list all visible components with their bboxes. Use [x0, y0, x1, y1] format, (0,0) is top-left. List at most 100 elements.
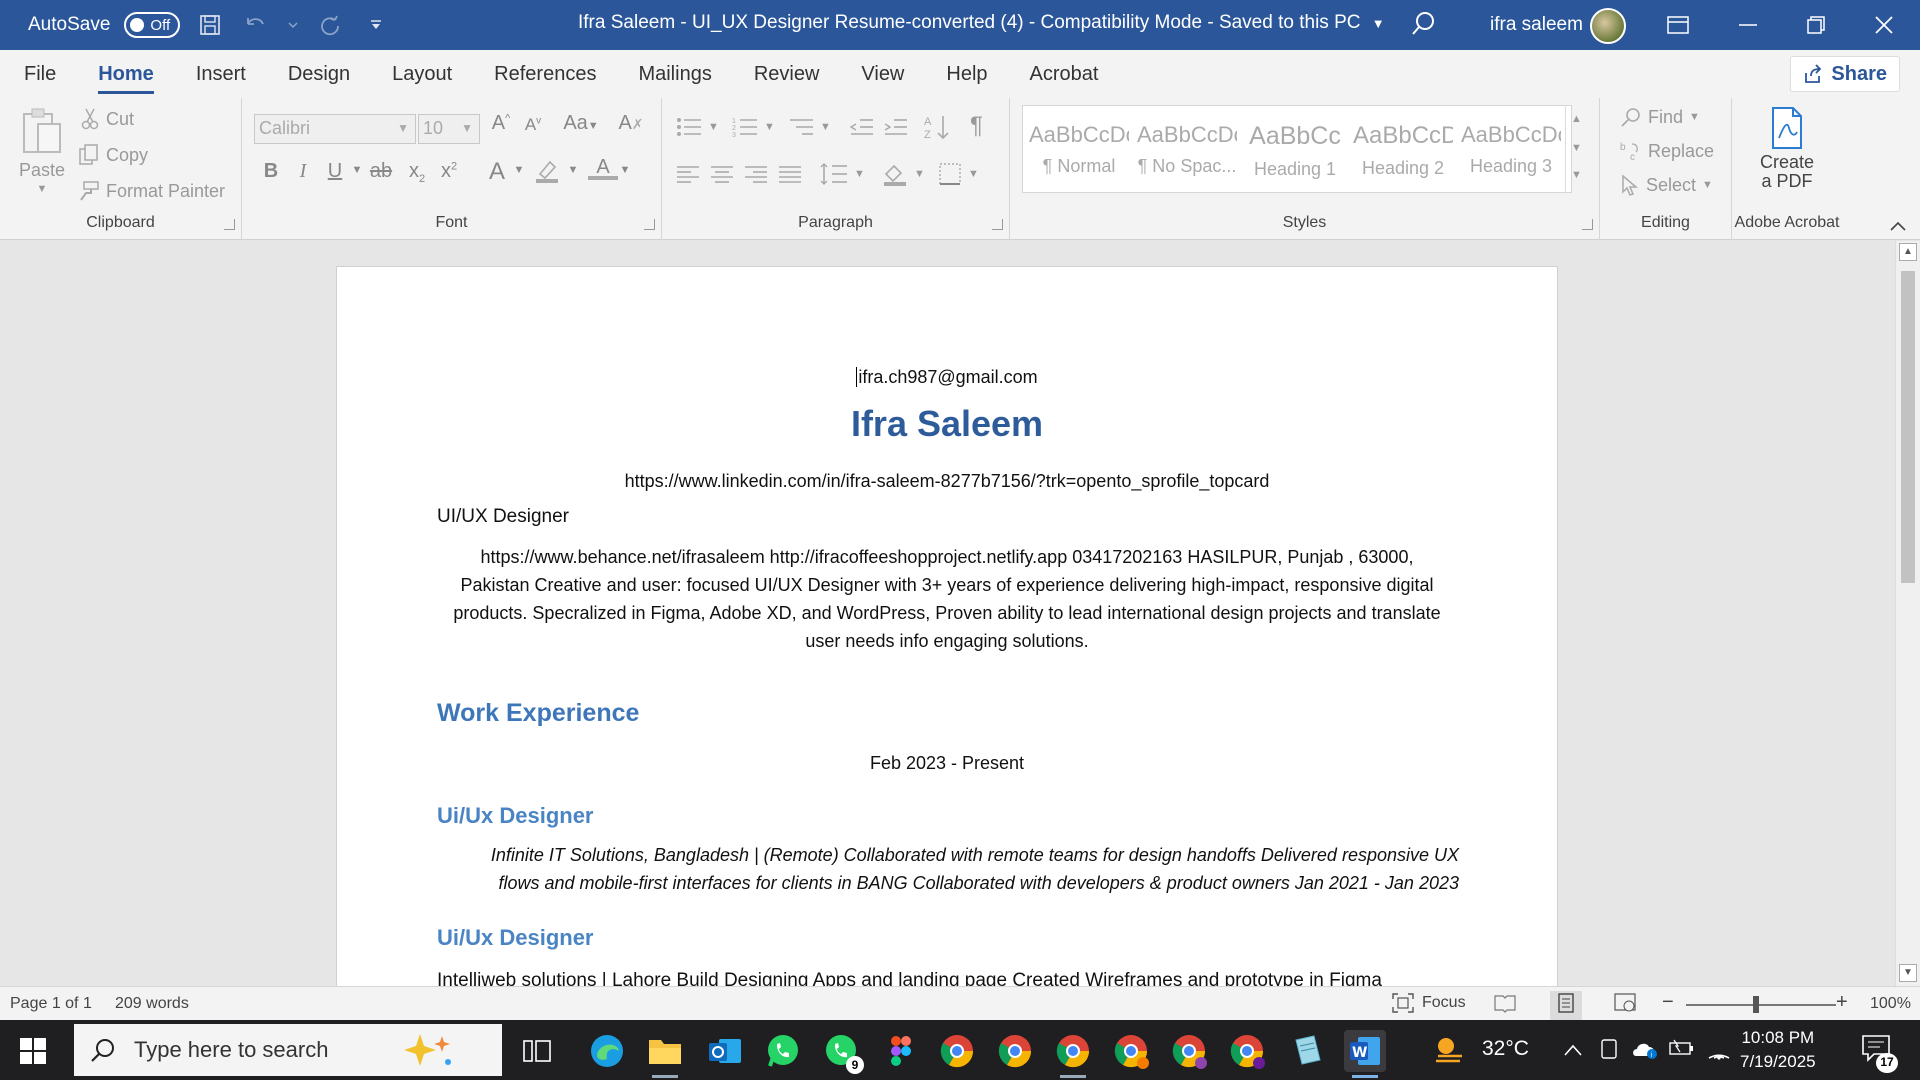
- font-launcher-icon[interactable]: [644, 219, 655, 230]
- style-heading-2[interactable]: AaBbCcD Heading 2: [1353, 112, 1453, 188]
- copy-button[interactable]: Copy: [78, 144, 148, 166]
- subscript-icon[interactable]: x2: [402, 160, 432, 185]
- chrome-profile-6-icon[interactable]: [1226, 1030, 1268, 1072]
- align-center-icon[interactable]: [710, 164, 734, 184]
- bold-icon[interactable]: B: [256, 160, 286, 183]
- scroll-up-icon[interactable]: ▲: [1899, 243, 1917, 261]
- onedrive-icon[interactable]: i: [1632, 1038, 1658, 1065]
- shading-icon[interactable]: ▼: [882, 162, 925, 186]
- print-layout-icon[interactable]: [1550, 991, 1582, 1020]
- create-pdf-button[interactable]: Create a PDF: [1742, 106, 1832, 192]
- title-dropdown-icon[interactable]: ▼: [1372, 16, 1385, 31]
- decrease-indent-icon[interactable]: [850, 116, 874, 138]
- format-painter-button[interactable]: Format Painter: [78, 180, 225, 202]
- wifi-icon[interactable]: [1706, 1038, 1732, 1065]
- chrome-profile-1-icon[interactable]: [936, 1030, 978, 1072]
- cut-button[interactable]: Cut: [80, 108, 134, 130]
- paste-button[interactable]: Paste ▼: [18, 106, 66, 195]
- notepad-icon[interactable]: [1286, 1030, 1328, 1072]
- tab-help[interactable]: Help: [946, 55, 987, 94]
- whatsapp-icon[interactable]: [762, 1030, 804, 1072]
- save-icon[interactable]: [194, 9, 226, 41]
- scroll-down-icon[interactable]: ▼: [1899, 964, 1917, 982]
- battery-icon[interactable]: [1668, 1038, 1694, 1063]
- align-left-icon[interactable]: [676, 164, 700, 184]
- paste-dropdown-icon[interactable]: ▼: [37, 183, 48, 195]
- show-hidden-icons[interactable]: [1564, 1040, 1582, 1061]
- styles-scroll-up-icon[interactable]: ▲: [1566, 105, 1587, 134]
- scroll-thumb[interactable]: [1901, 271, 1915, 583]
- tab-file[interactable]: File: [24, 55, 56, 94]
- sort-icon[interactable]: AZ: [924, 114, 950, 140]
- vertical-scrollbar[interactable]: ▲ ▼: [1895, 241, 1920, 986]
- ribbon-display-icon[interactable]: [1648, 0, 1708, 50]
- user-name[interactable]: ifra saleem: [1490, 14, 1583, 36]
- shrink-font-icon[interactable]: Av: [518, 115, 548, 135]
- zoom-out-icon[interactable]: −: [1662, 991, 1674, 1014]
- close-icon[interactable]: [1854, 0, 1914, 50]
- zoom-level[interactable]: 100%: [1870, 995, 1911, 1013]
- zoom-slider-thumb[interactable]: [1753, 996, 1759, 1013]
- tab-insert[interactable]: Insert: [196, 55, 246, 94]
- line-spacing-icon[interactable]: ▼: [820, 162, 865, 186]
- select-dropdown-icon[interactable]: ▼: [1702, 179, 1713, 191]
- autosave-toggle[interactable]: Off: [124, 12, 181, 38]
- share-button[interactable]: Share: [1790, 56, 1900, 92]
- strikethrough-icon[interactable]: ab: [366, 160, 396, 183]
- minimize-icon[interactable]: [1718, 0, 1778, 50]
- task-view-icon[interactable]: [516, 1030, 558, 1072]
- chrome-profile-4-icon[interactable]: [1110, 1030, 1152, 1072]
- notification-center-icon[interactable]: 17: [1860, 1032, 1898, 1073]
- select-button[interactable]: Select ▼: [1620, 174, 1713, 196]
- font-size-field[interactable]: 10 ▼: [418, 114, 480, 144]
- edge-icon[interactable]: [586, 1030, 628, 1072]
- style-no-spacing[interactable]: AaBbCcDc ¶ No Spac...: [1137, 112, 1237, 188]
- justify-icon[interactable]: [778, 164, 802, 184]
- find-dropdown-icon[interactable]: ▼: [1689, 111, 1700, 123]
- font-name-field[interactable]: Calibri ▼: [254, 114, 416, 144]
- italic-icon[interactable]: I: [288, 160, 318, 183]
- undo-icon[interactable]: [240, 9, 272, 41]
- windows-start-icon[interactable]: [20, 1038, 46, 1069]
- styles-launcher-icon[interactable]: [1582, 219, 1593, 230]
- avatar[interactable]: [1590, 8, 1626, 44]
- style-heading-3[interactable]: AaBbCcDc Heading 3: [1461, 112, 1561, 188]
- temperature[interactable]: 32°C: [1482, 1037, 1529, 1061]
- tab-mailings[interactable]: Mailings: [638, 55, 711, 94]
- change-case-icon[interactable]: Aa▼: [558, 112, 604, 135]
- tab-acrobat[interactable]: Acrobat: [1030, 55, 1099, 94]
- tab-references[interactable]: References: [494, 55, 596, 94]
- chrome-profile-2-icon[interactable]: [994, 1030, 1036, 1072]
- font-size-dropdown-icon[interactable]: ▼: [461, 121, 473, 135]
- outlook-icon[interactable]: [704, 1030, 746, 1072]
- tab-review[interactable]: Review: [754, 55, 820, 94]
- styles-scroll-down-icon[interactable]: ▼: [1566, 134, 1587, 163]
- text-effects-dropdown-icon[interactable]: ▼: [504, 164, 534, 176]
- word-icon[interactable]: W: [1344, 1030, 1386, 1078]
- multilevel-list-icon[interactable]: ▼: [788, 116, 831, 138]
- highlight-dropdown-icon[interactable]: ▼: [558, 164, 588, 176]
- font-color-dropdown-icon[interactable]: ▼: [610, 164, 640, 176]
- document-title[interactable]: Ifra Saleem - UI_UX Designer Resume-conv…: [578, 12, 1385, 34]
- file-explorer-icon[interactable]: [644, 1030, 686, 1078]
- figma-icon[interactable]: [880, 1030, 922, 1072]
- tab-view[interactable]: View: [861, 55, 904, 94]
- replace-button[interactable]: bc Replace: [1620, 140, 1714, 163]
- grow-font-icon[interactable]: A^: [486, 112, 516, 135]
- customize-toolbar-icon[interactable]: [360, 9, 392, 41]
- page-count[interactable]: Page 1 of 1: [10, 995, 92, 1013]
- increase-indent-icon[interactable]: [884, 116, 908, 138]
- chrome-profile-5-icon[interactable]: [1168, 1030, 1210, 1072]
- undo-dropdown-icon[interactable]: [286, 9, 300, 41]
- bullets-icon[interactable]: ▼: [676, 116, 719, 138]
- clock[interactable]: 10:08 PM 7/19/2025: [1740, 1026, 1816, 1074]
- collapse-ribbon-icon[interactable]: [1890, 218, 1906, 236]
- meet-now-icon[interactable]: [1600, 1038, 1618, 1065]
- web-layout-icon[interactable]: [1614, 993, 1636, 1018]
- focus-button[interactable]: Focus: [1392, 993, 1466, 1013]
- read-mode-icon[interactable]: [1494, 993, 1516, 1018]
- zoom-in-icon[interactable]: +: [1836, 991, 1848, 1014]
- whatsapp-business-icon[interactable]: 9: [820, 1030, 864, 1074]
- redo-icon[interactable]: [314, 9, 346, 41]
- zoom-slider[interactable]: [1686, 1004, 1836, 1006]
